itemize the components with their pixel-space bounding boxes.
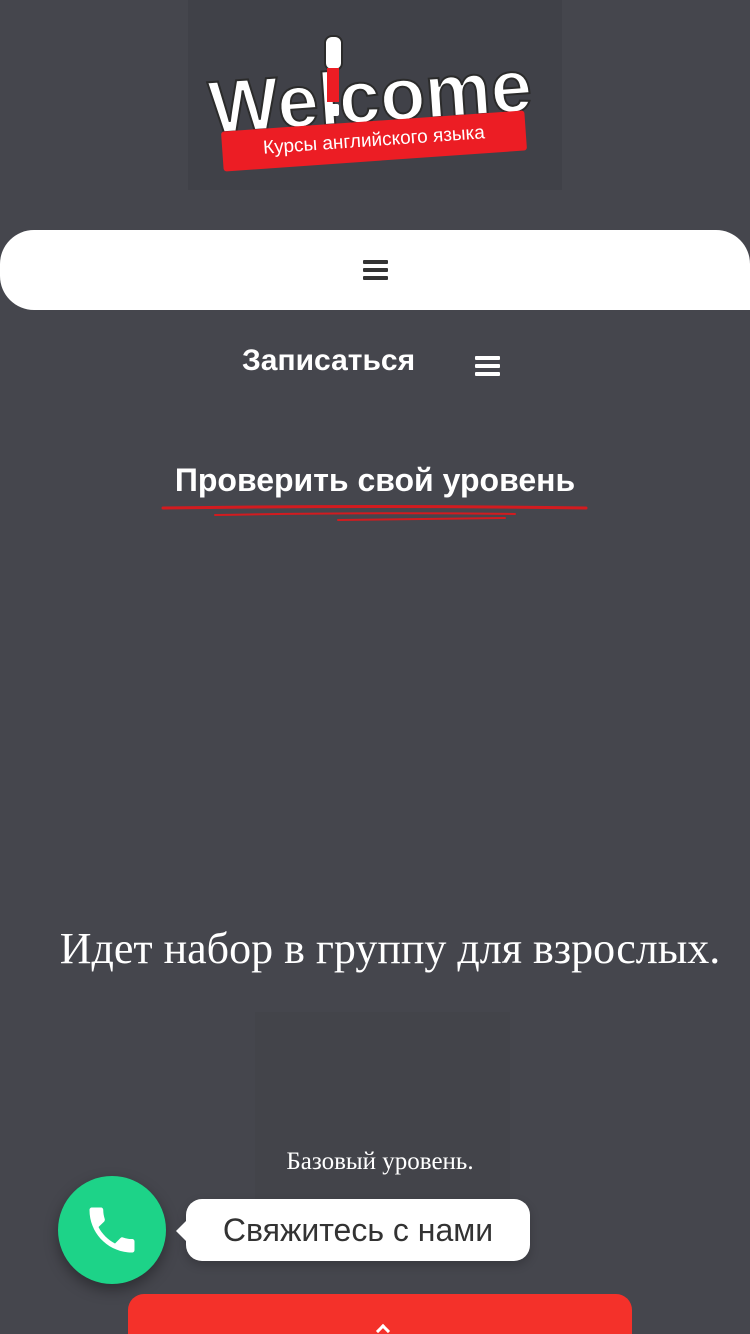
header-actions: Записаться — [0, 338, 750, 388]
signup-link[interactable]: Записаться — [242, 344, 415, 378]
check-level-link[interactable]: Проверить свой уровень — [0, 462, 750, 499]
hero-subtitle: Базовый уровень. — [286, 1148, 474, 1175]
hamburger-icon[interactable] — [475, 356, 500, 376]
phone-icon — [89, 1207, 135, 1253]
bottom-red-button[interactable] — [128, 1294, 632, 1334]
logo[interactable]: Welcome Курсы английского языка — [188, 0, 562, 190]
brush-underline — [161, 505, 588, 521]
hamburger-icon[interactable] — [362, 260, 388, 280]
main-nav-bar — [0, 230, 750, 310]
contact-bubble[interactable]: Свяжитесь с нами — [176, 1199, 530, 1261]
hero-title: Идет набор в группу для взрослых. — [59, 924, 721, 973]
call-button[interactable] — [58, 1176, 166, 1284]
chevron-up-icon — [375, 1323, 391, 1334]
